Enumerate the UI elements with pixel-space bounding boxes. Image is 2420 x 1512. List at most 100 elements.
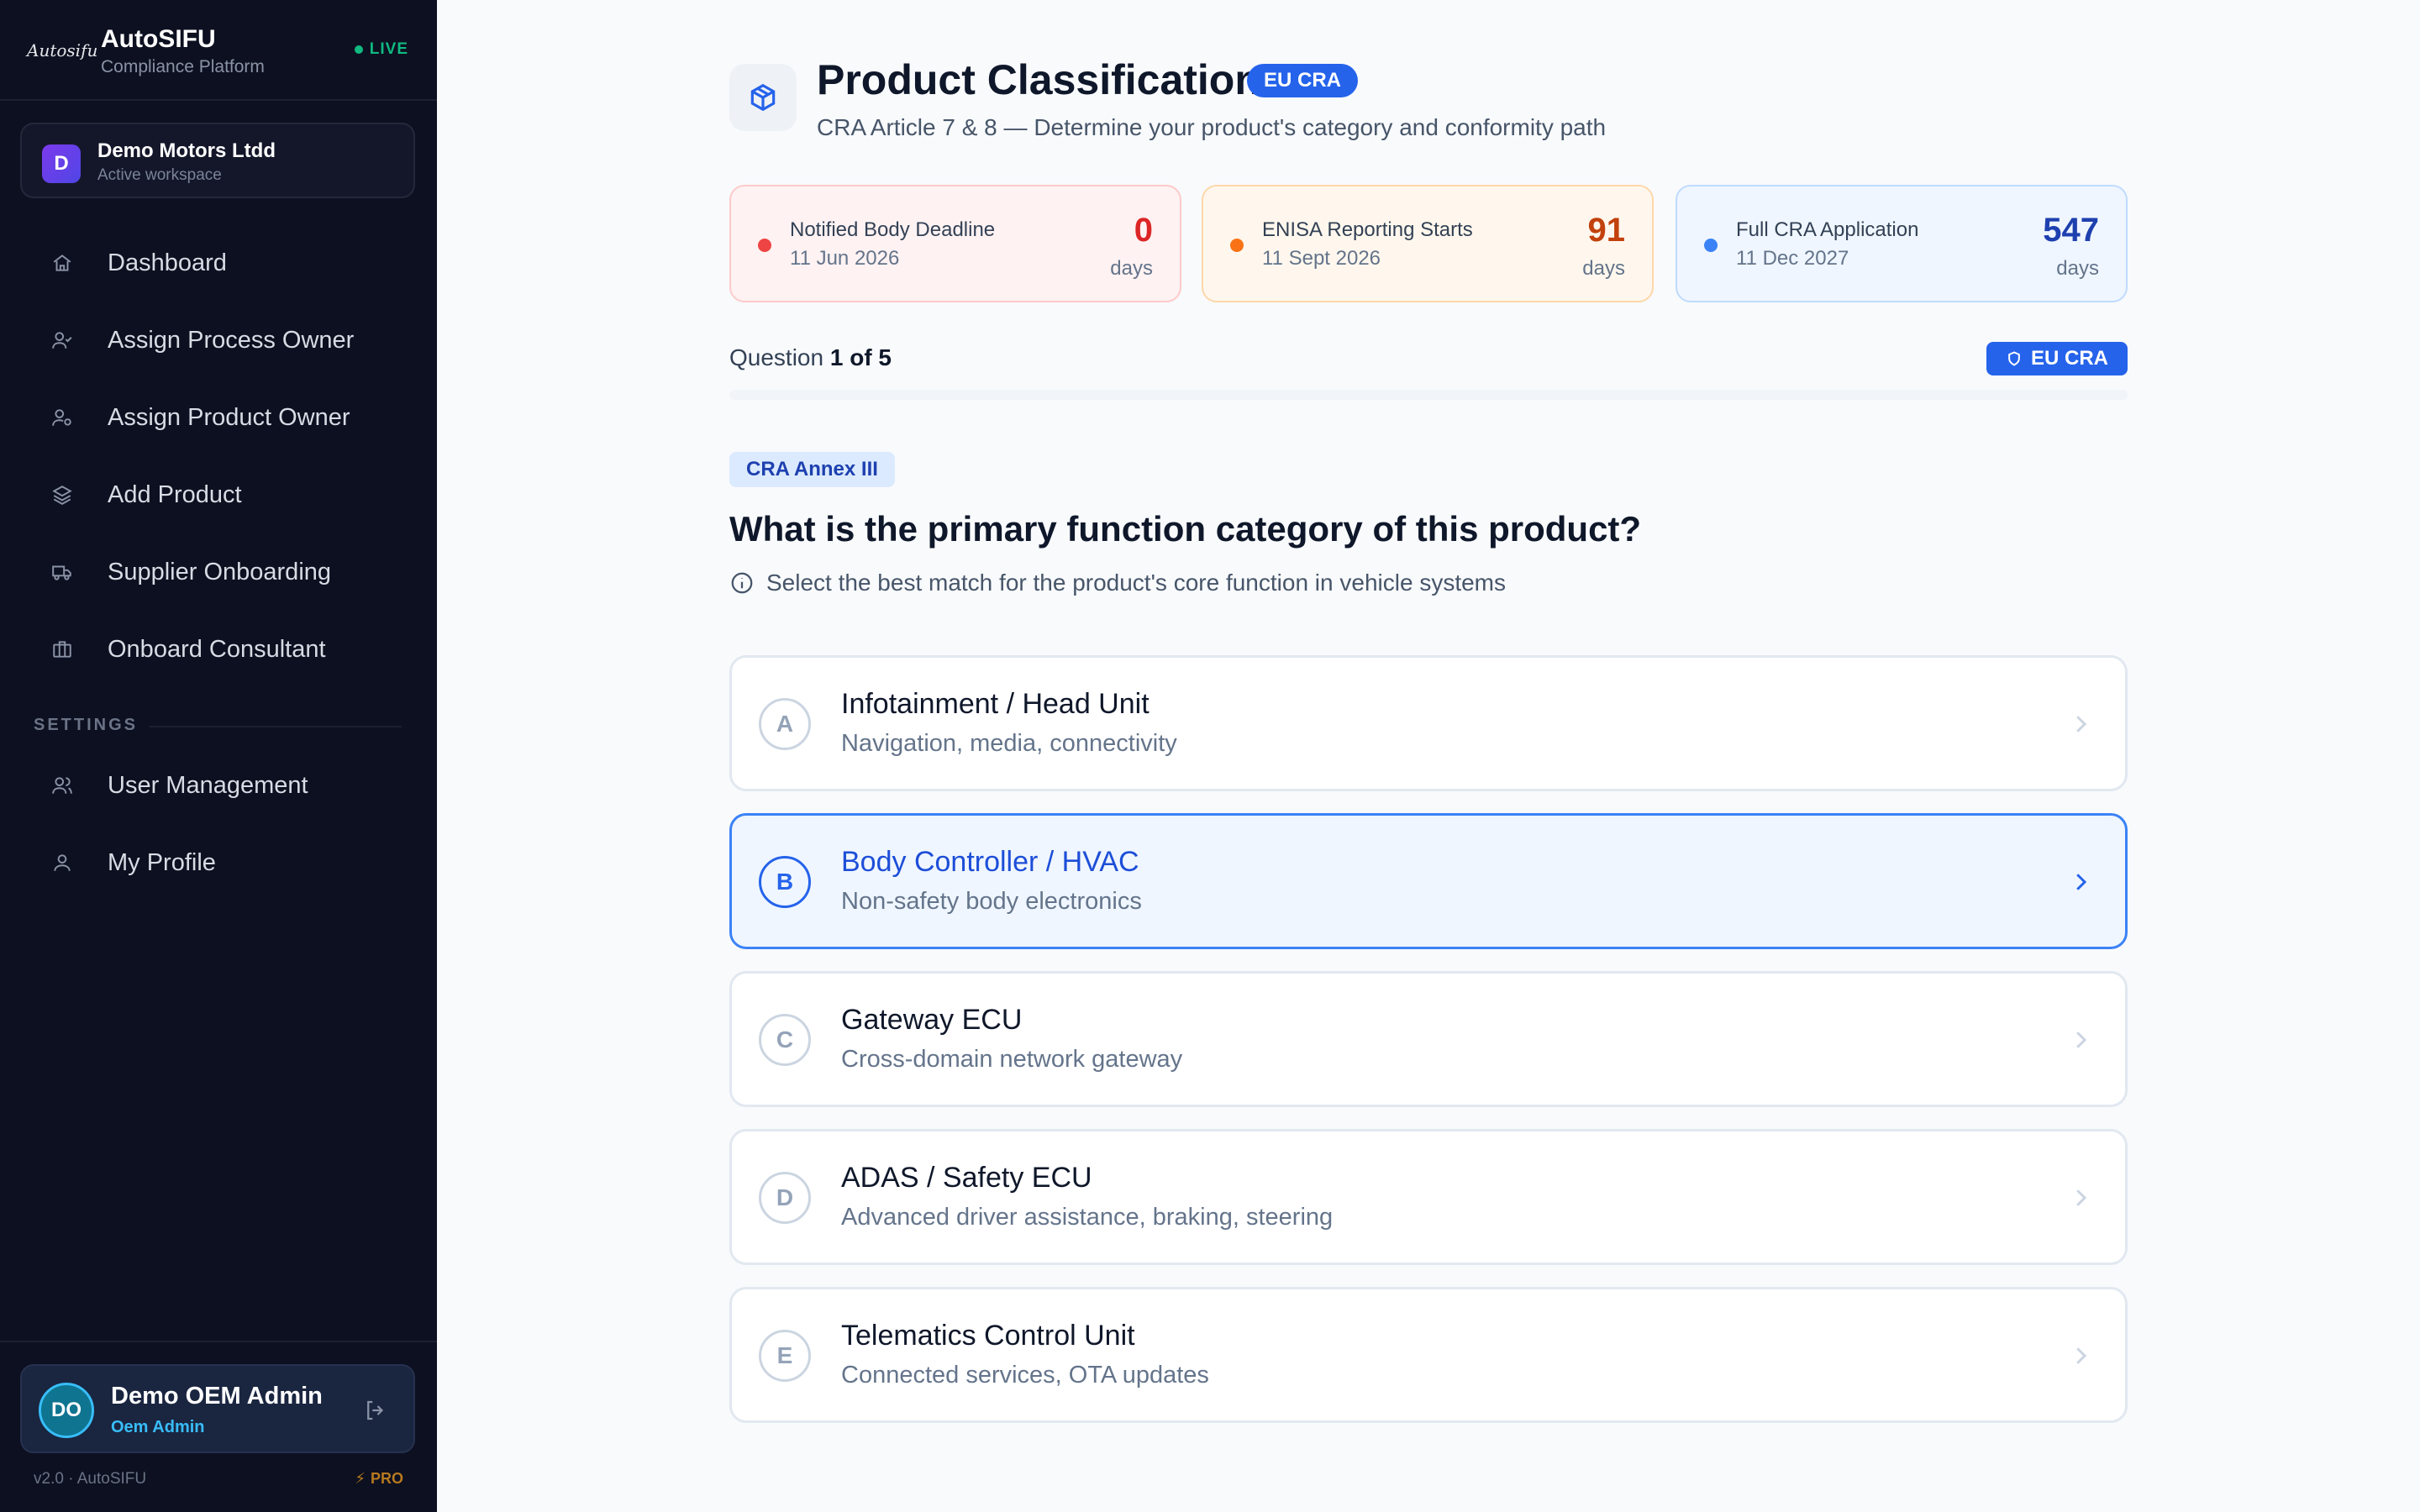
- nav-item-onboard-consultant[interactable]: Onboard Consultant: [34, 620, 403, 679]
- settings-section-label: SETTINGS: [34, 716, 139, 734]
- nav-item-add-product[interactable]: Add Product: [34, 465, 403, 524]
- deadline-days: 547: [2043, 212, 2099, 249]
- option-title: ADAS / Safety ECU: [841, 1162, 1092, 1194]
- workspace-name: Demo Motors Ltdd: [97, 139, 276, 162]
- app-version: v2.0 · AutoSIFU: [34, 1470, 147, 1488]
- option-title: Gateway ECU: [841, 1004, 1023, 1036]
- info-icon: [731, 572, 753, 594]
- deadline-unit: days: [1582, 257, 1625, 280]
- briefcase-icon: [49, 636, 76, 663]
- nav-label: My Profile: [108, 848, 216, 876]
- question-title: What is the primary function category of…: [729, 509, 1642, 549]
- deadline-title: Full CRA Application: [1736, 218, 1919, 241]
- nav-label: Onboard Consultant: [108, 635, 326, 663]
- option-description: Advanced driver assistance, braking, ste…: [841, 1204, 1334, 1231]
- option-description: Non-safety body electronics: [841, 888, 1142, 915]
- option-description: Cross-domain network gateway: [841, 1046, 1183, 1073]
- deadline-date: 11 Sept 2026: [1262, 247, 1381, 270]
- eu-cra-badge: EU CRA: [1986, 342, 2128, 375]
- users-icon: [49, 772, 76, 799]
- plan-label: PRO: [370, 1470, 403, 1487]
- nav-item-user-management[interactable]: User Management: [34, 756, 403, 815]
- deadline-days: 91: [1587, 212, 1626, 249]
- option-b[interactable]: B Body Controller / HVAC Non-safety body…: [729, 813, 2128, 949]
- question-current: 1: [829, 344, 844, 370]
- section-divider: [150, 726, 402, 727]
- nav-item-dashboard[interactable]: Dashboard: [34, 234, 403, 292]
- package-icon: [729, 64, 797, 131]
- chevron-right-icon: [2068, 1027, 2093, 1053]
- live-label: LIVE: [369, 40, 408, 58]
- option-description: Connected services, OTA updates: [841, 1362, 1209, 1389]
- workspace-subtitle: Active workspace: [97, 166, 222, 184]
- question-hint-text: Select the best match for the product's …: [766, 570, 1506, 596]
- option-letter: A: [759, 698, 811, 750]
- deadline-card-full-cra: Full CRA Application 11 Dec 2027 547 day…: [1676, 185, 2128, 302]
- chevron-right-icon: [2068, 711, 2093, 737]
- deadline-title: ENISA Reporting Starts: [1262, 218, 1473, 241]
- annex-tag: CRA Annex III: [729, 452, 895, 487]
- workspace-avatar: D: [42, 144, 81, 183]
- option-c[interactable]: C Gateway ECU Cross-domain network gatew…: [729, 971, 2128, 1107]
- question-hint: Select the best match for the product's …: [729, 570, 1506, 596]
- deadline-days: 0: [1134, 212, 1153, 249]
- plan-badge: ⚡ PRO: [355, 1470, 403, 1488]
- regulation-badge: EU CRA: [1247, 64, 1359, 97]
- nav-label: User Management: [108, 771, 308, 799]
- question-counter-prefix: Question: [729, 344, 824, 370]
- option-letter: E: [759, 1330, 811, 1382]
- option-description: Navigation, media, connectivity: [841, 730, 1177, 757]
- chevron-right-icon: [2068, 869, 2093, 895]
- deadline-card-enisa: ENISA Reporting Starts 11 Sept 2026 91 d…: [1202, 185, 1654, 302]
- bolt-icon: ⚡: [355, 1470, 366, 1487]
- nav-item-assign-product-owner[interactable]: Assign Product Owner: [34, 388, 403, 447]
- user-role: Oem Admin: [111, 1418, 205, 1436]
- status-dot-icon: [758, 239, 771, 252]
- option-title: Infotainment / Head Unit: [841, 688, 1150, 720]
- nav-label: Add Product: [108, 480, 242, 508]
- eu-cra-label: EU CRA: [2030, 347, 2108, 370]
- nav-item-my-profile[interactable]: My Profile: [34, 833, 403, 892]
- status-dot-icon: [1230, 239, 1244, 252]
- deadline-unit: days: [2056, 257, 2099, 280]
- brand-logo: Autosifu: [27, 40, 98, 60]
- chevron-right-icon: [2068, 1185, 2093, 1210]
- deadline-title: Notified Body Deadline: [790, 218, 996, 241]
- nav-item-assign-process-owner[interactable]: Assign Process Owner: [34, 311, 403, 370]
- brand-name: AutoSIFU: [101, 25, 216, 53]
- workspace-switcher[interactable]: D Demo Motors Ltdd Active workspace: [20, 123, 415, 198]
- nav-item-supplier-onboarding[interactable]: Supplier Onboarding: [34, 543, 403, 601]
- live-dot-icon: [354, 45, 363, 54]
- option-letter: D: [759, 1172, 811, 1224]
- option-e[interactable]: E Telematics Control Unit Connected serv…: [729, 1287, 2128, 1423]
- progress-bar: [729, 390, 2128, 400]
- user-check-icon: [49, 327, 76, 354]
- user-icon: [49, 849, 76, 876]
- deadline-unit: days: [1110, 257, 1153, 280]
- option-d[interactable]: D ADAS / Safety ECU Advanced driver assi…: [729, 1129, 2128, 1265]
- sidebar: Autosifu AutoSIFU Compliance Platform LI…: [0, 0, 437, 1512]
- nav-label: Supplier Onboarding: [108, 558, 332, 585]
- option-title: Body Controller / HVAC: [841, 846, 1139, 878]
- deadline-date: 11 Jun 2026: [790, 247, 900, 270]
- question-counter: Question 1 of 5: [729, 344, 892, 371]
- layers-icon: [49, 481, 76, 508]
- user-card[interactable]: DO Demo OEM Admin Oem Admin: [20, 1364, 415, 1453]
- chevron-right-icon: [2068, 1343, 2093, 1368]
- shield-icon: [2008, 351, 2020, 366]
- nav-label: Dashboard: [108, 249, 227, 276]
- option-a[interactable]: A Infotainment / Head Unit Navigation, m…: [729, 655, 2128, 791]
- page-title: Product Classification: [817, 56, 1260, 103]
- user-cog-icon: [49, 404, 76, 431]
- status-dot-icon: [1704, 239, 1718, 252]
- nav-label: Assign Product Owner: [108, 403, 350, 431]
- page-subtitle: CRA Article 7 & 8 — Determine your produ…: [817, 114, 1607, 140]
- deadline-card-notified-body: Notified Body Deadline 11 Jun 2026 0 day…: [729, 185, 1181, 302]
- logout-icon[interactable]: [363, 1398, 388, 1423]
- option-title: Telematics Control Unit: [841, 1320, 1135, 1352]
- question-total: of 5: [850, 344, 892, 370]
- deadline-date: 11 Dec 2027: [1736, 247, 1849, 270]
- avatar: DO: [39, 1383, 94, 1438]
- live-status: LIVE: [354, 40, 408, 59]
- user-section: DO Demo OEM Admin Oem Admin v2.0 · AutoS…: [0, 1341, 437, 1512]
